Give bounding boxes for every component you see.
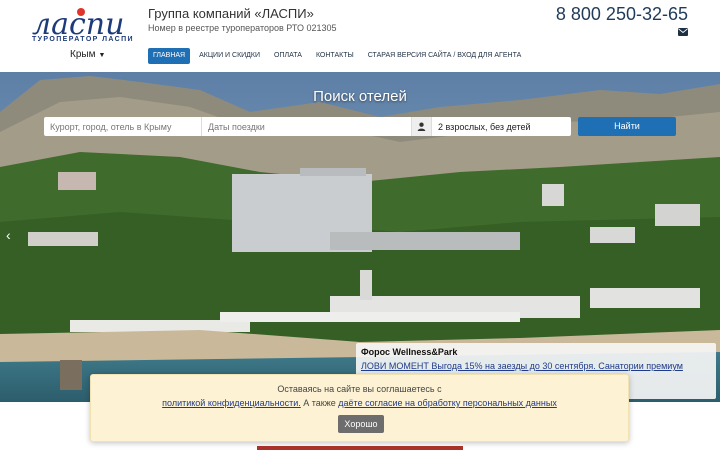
region-selector[interactable]: Крым ▼ (70, 49, 105, 60)
guests-value: 2 взрослых, без детей (438, 121, 531, 132)
nav-item-home[interactable]: ГЛАВНАЯ (148, 48, 191, 64)
cookie-text-links: политикой конфиденциальности. А также да… (91, 398, 628, 408)
chevron-down-icon: ▼ (98, 52, 106, 59)
registry-number: Номер в реестре туроператоров РТО 021305 (148, 23, 337, 33)
logo-tagline: ТУРОПЕРАТОР ЛАСПИ (32, 36, 134, 43)
hero-title: Поиск отелей (313, 88, 407, 105)
search-button[interactable]: Найти (578, 117, 676, 136)
cookie-text-middle: А также (303, 398, 336, 408)
nav-item-contacts[interactable]: КОНТАКТЫ (311, 48, 359, 64)
nav-item-payment[interactable]: ОПЛАТА (269, 48, 307, 64)
privacy-policy-link[interactable]: политикой конфиденциальности. (162, 398, 301, 408)
mail-icon[interactable] (678, 28, 688, 36)
page: ласпи ТУРОПЕРАТОР ЛАСПИ Крым ▼ Группа ком… (0, 0, 720, 450)
person-icon (412, 117, 432, 136)
nav-item-old-site[interactable]: СТАРАЯ ВЕРСИЯ САЙТА / ВХОД ДЛЯ АГЕНТА (363, 48, 527, 64)
region-label: Крым (70, 49, 96, 60)
company-name: Группа компаний «ЛАСПИ» (148, 6, 314, 21)
carousel-prev-icon[interactable]: ‹ (6, 227, 11, 243)
cookie-text: Оставаясь на сайте вы соглашаетесь с (277, 384, 442, 394)
cookie-consent-banner: Оставаясь на сайте вы соглашаетесь с пол… (90, 374, 629, 442)
cookie-accept-button[interactable]: Хорошо (338, 415, 384, 433)
personal-data-consent-link[interactable]: даёте согласие на обработку персональных… (338, 398, 557, 408)
hero-section: Поиск отелей 2 взрослых, без детей Найти… (0, 72, 720, 402)
nav-item-promotions[interactable]: АКЦИИ И СКИДКИ (194, 48, 265, 64)
hotel-search-bar: 2 взрослых, без детей (44, 117, 571, 136)
content-image-edge (257, 446, 463, 450)
location-input[interactable] (44, 117, 202, 136)
guests-selector[interactable]: 2 взрослых, без детей (412, 117, 571, 136)
site-header: ласпи ТУРОПЕРАТОР ЛАСПИ Крым ▼ Группа ком… (0, 0, 720, 72)
promo-title: Форос Wellness&Park (361, 347, 458, 357)
dates-input[interactable] (202, 117, 412, 136)
phone-number[interactable]: 8 800 250-32-65 (556, 4, 688, 25)
main-nav: ГЛАВНАЯ АКЦИИ И СКИДКИ ОПЛАТА КОНТАКТЫ С… (148, 48, 526, 64)
